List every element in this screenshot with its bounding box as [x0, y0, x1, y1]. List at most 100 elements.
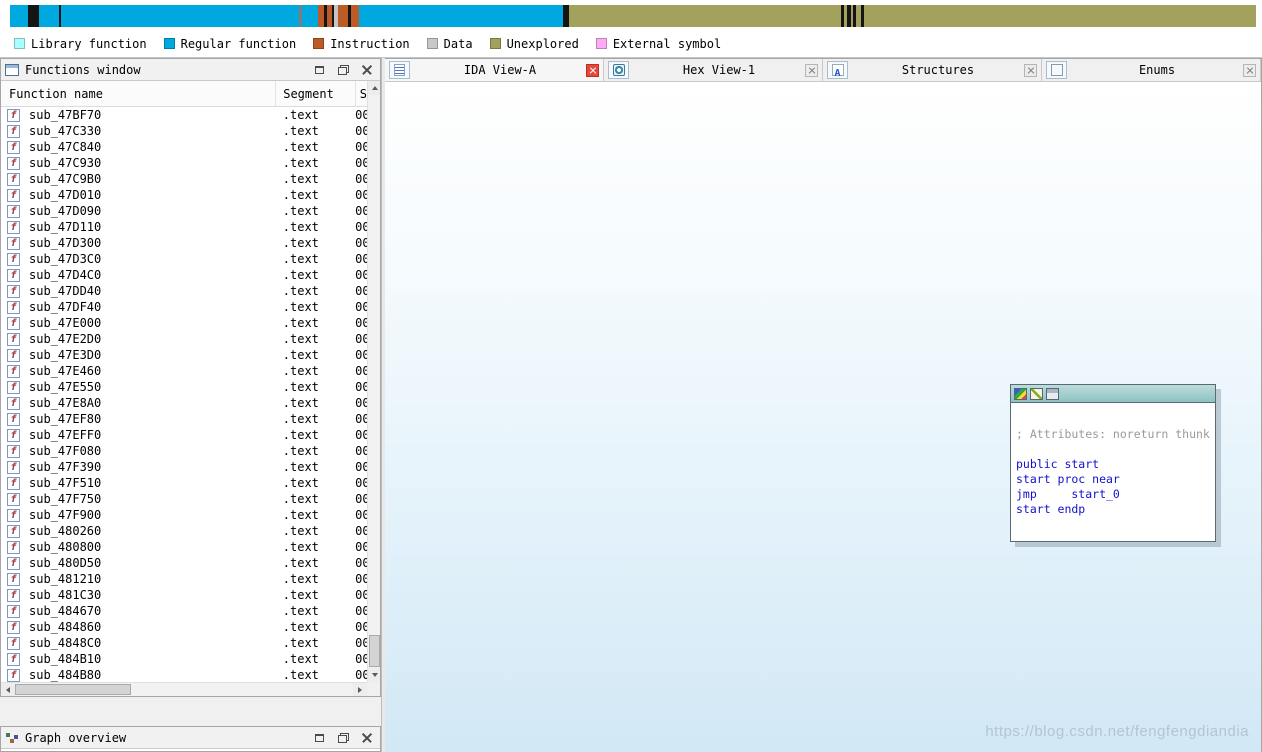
function-segment: .text [276, 668, 355, 682]
enums-icon [1046, 61, 1067, 79]
overview-close-button[interactable] [358, 730, 376, 746]
function-row[interactable]: fsub_47D300.text00 [1, 235, 367, 251]
disassembly-line[interactable]: ; Attributes: noreturn thunk [1016, 427, 1210, 442]
navband-segment [359, 5, 563, 27]
function-row[interactable]: fsub_47E2D0.text00 [1, 331, 367, 347]
function-start: 00 [355, 156, 367, 170]
tab-close-icon[interactable] [586, 64, 599, 77]
overview-maximize-button[interactable] [310, 730, 328, 746]
function-row[interactable]: fsub_480260.text00 [1, 523, 367, 539]
function-row[interactable]: fsub_47D010.text00 [1, 187, 367, 203]
disassembly-line[interactable]: public start [1016, 457, 1210, 472]
function-row[interactable]: fsub_47EF80.text00 [1, 411, 367, 427]
function-icon: f [7, 445, 20, 458]
function-row[interactable]: fsub_47E460.text00 [1, 363, 367, 379]
function-row[interactable]: fsub_4848C0.text00 [1, 635, 367, 651]
function-row[interactable]: fsub_47E3D0.text00 [1, 347, 367, 363]
function-row[interactable]: fsub_47F080.text00 [1, 443, 367, 459]
left-column: Functions window Function name Segment S… [0, 58, 381, 752]
function-start: 00 [355, 556, 367, 570]
function-row[interactable]: fsub_47F390.text00 [1, 459, 367, 475]
legend-item: External symbol [596, 37, 721, 51]
function-row[interactable]: fsub_47C9B0.text00 [1, 171, 367, 187]
function-row[interactable]: fsub_47D110.text00 [1, 219, 367, 235]
scroll-right-icon[interactable] [353, 683, 367, 696]
disassembly-line[interactable]: start endp [1016, 502, 1210, 517]
scroll-up-icon[interactable] [368, 81, 380, 95]
function-icon: f [7, 269, 20, 282]
function-row[interactable]: fsub_47DD40.text00 [1, 283, 367, 299]
overview-float-button[interactable] [334, 730, 352, 746]
scroll-left-icon[interactable] [1, 683, 15, 696]
graph-view-canvas[interactable]: ; Attributes: noreturn thunk public start… [385, 82, 1261, 752]
disassembly-view-icon [389, 61, 410, 79]
column-header-function-name[interactable]: Function name [1, 81, 276, 106]
function-row[interactable]: fsub_480D50.text00 [1, 555, 367, 571]
column-header-start[interactable]: S [356, 81, 367, 106]
function-row[interactable]: fsub_481C30.text00 [1, 587, 367, 603]
disassembly-line[interactable] [1016, 442, 1210, 457]
function-name: sub_480260 [29, 524, 276, 538]
function-name: sub_47D010 [29, 188, 276, 202]
function-row[interactable]: fsub_47E000.text00 [1, 315, 367, 331]
disassembly-node-header[interactable] [1011, 385, 1215, 403]
function-row[interactable]: fsub_47F900.text00 [1, 507, 367, 523]
function-row[interactable]: fsub_47BF70.text00 [1, 107, 367, 123]
scroll-down-icon[interactable] [368, 668, 380, 682]
tab-hex-view-1[interactable]: Hex View-1 [604, 59, 823, 81]
function-row[interactable]: fsub_47C930.text00 [1, 155, 367, 171]
function-icon: f [7, 413, 20, 426]
function-icon: f [7, 237, 20, 250]
function-segment: .text [276, 124, 355, 138]
horizontal-scroll-thumb[interactable] [15, 684, 131, 695]
tab-structures[interactable]: Structures [823, 59, 1042, 81]
function-row[interactable]: fsub_481210.text00 [1, 571, 367, 587]
functions-maximize-button[interactable] [310, 62, 328, 78]
disassembly-line[interactable]: start proc near [1016, 472, 1210, 487]
function-row[interactable]: fsub_47E550.text00 [1, 379, 367, 395]
vertical-scroll-thumb[interactable] [369, 635, 380, 667]
function-row[interactable]: fsub_47D4C0.text00 [1, 267, 367, 283]
function-icon: f [7, 141, 20, 154]
function-row[interactable]: fsub_47DF40.text00 [1, 299, 367, 315]
function-row[interactable]: fsub_480800.text00 [1, 539, 367, 555]
function-row[interactable]: fsub_47D090.text00 [1, 203, 367, 219]
node-frame-icon [1046, 388, 1059, 400]
function-icon: f [7, 637, 20, 650]
function-name: sub_484B80 [29, 668, 276, 682]
legend-item: Regular function [164, 37, 297, 51]
disassembly-node[interactable]: ; Attributes: noreturn thunk public start… [1010, 384, 1216, 542]
functions-float-button[interactable] [334, 62, 352, 78]
function-row[interactable]: fsub_47F750.text00 [1, 491, 367, 507]
function-start: 00 [355, 348, 367, 362]
disassembly-line[interactable]: jmp start_0 [1016, 487, 1210, 502]
function-row[interactable]: fsub_47E8A0.text00 [1, 395, 367, 411]
tab-ida-view-a[interactable]: IDA View-A [385, 59, 604, 81]
column-header-segment[interactable]: Segment [276, 81, 356, 106]
tab-enums[interactable]: Enums [1042, 59, 1261, 81]
tab-close-icon[interactable] [1243, 64, 1256, 77]
hex-view-icon-glyph [613, 64, 625, 76]
horizontal-scrollbar[interactable] [1, 682, 367, 696]
function-row[interactable]: fsub_47F510.text00 [1, 475, 367, 491]
function-row[interactable]: fsub_484670.text00 [1, 603, 367, 619]
function-start: 00 [355, 476, 367, 490]
function-start: 00 [355, 268, 367, 282]
function-row[interactable]: fsub_47C840.text00 [1, 139, 367, 155]
functions-rows: fsub_47BF70.text00fsub_47C330.text00fsub… [1, 107, 367, 682]
functions-close-button[interactable] [358, 62, 376, 78]
function-row[interactable]: fsub_47D3C0.text00 [1, 251, 367, 267]
function-name: sub_47F900 [29, 508, 276, 522]
vertical-scrollbar[interactable] [367, 81, 380, 682]
horizontal-scroll-track[interactable] [131, 683, 353, 696]
function-row[interactable]: fsub_484860.text00 [1, 619, 367, 635]
function-row[interactable]: fsub_47EFF0.text00 [1, 427, 367, 443]
navigation-band[interactable] [10, 5, 1256, 27]
function-row[interactable]: fsub_484B10.text00 [1, 651, 367, 667]
tab-close-icon[interactable] [805, 64, 818, 77]
tab-close-icon[interactable] [1024, 64, 1037, 77]
function-name: sub_481C30 [29, 588, 276, 602]
function-row[interactable]: fsub_47C330.text00 [1, 123, 367, 139]
function-row[interactable]: fsub_484B80.text00 [1, 667, 367, 682]
function-segment: .text [276, 412, 355, 426]
